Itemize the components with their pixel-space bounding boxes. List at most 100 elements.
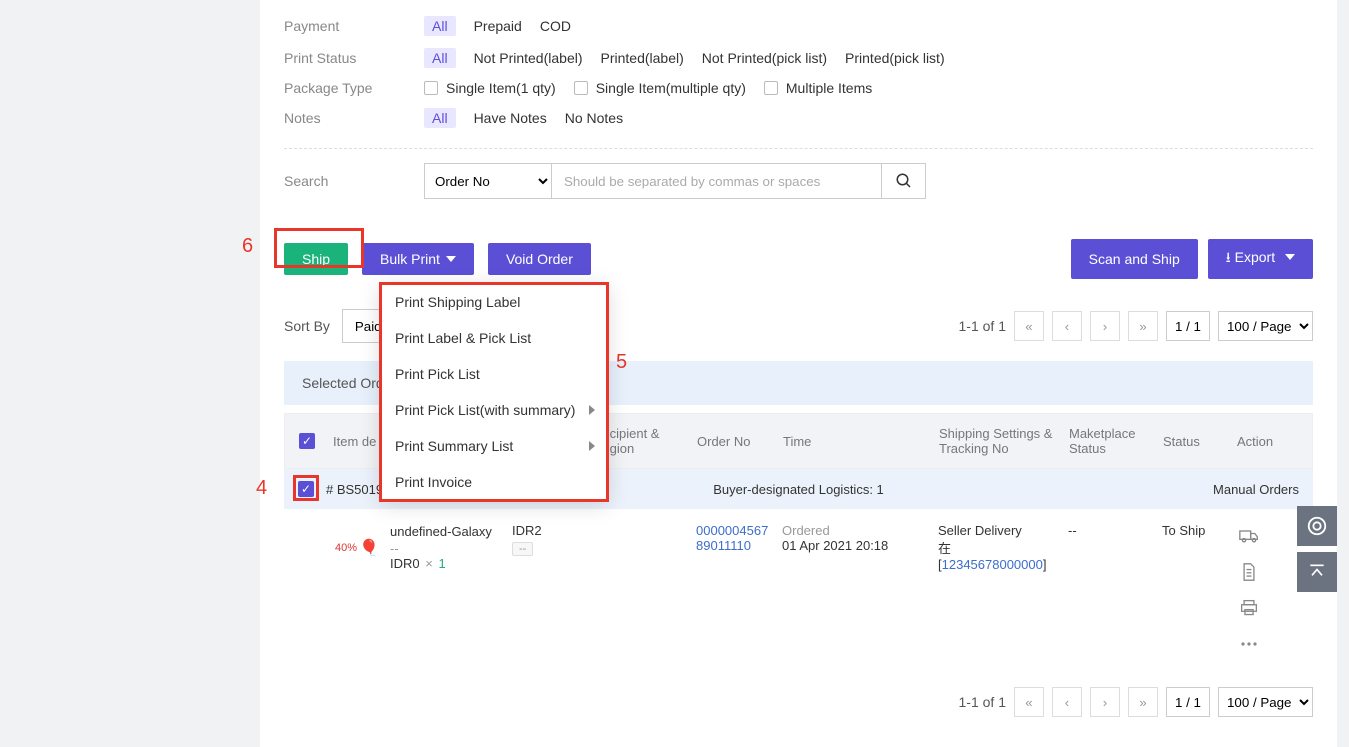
- item-sub: --: [390, 541, 492, 556]
- bulk-print-button[interactable]: Bulk Print: [362, 243, 474, 275]
- filter-notes-none[interactable]: No Notes: [565, 110, 623, 126]
- filter-payment-label: Payment: [284, 18, 424, 34]
- tracking-number: [12345678000000]: [938, 557, 1056, 572]
- menu-print-picklist[interactable]: Print Pick List: [381, 356, 607, 392]
- filter-notes-all[interactable]: All: [424, 108, 456, 128]
- order-row: 40% 🎈 undefined-Galaxy -- IDR0 × 1 IDR2 …: [284, 509, 1313, 671]
- filter-payment-prepaid[interactable]: Prepaid: [474, 18, 522, 34]
- ship-method: Seller Delivery: [938, 523, 1056, 538]
- menu-print-label-picklist[interactable]: Print Label & Pick List: [381, 320, 607, 356]
- annotation-box-6: [274, 228, 364, 268]
- filter-printstatus-all[interactable]: All: [424, 48, 456, 68]
- bottom-pager: 1-1 of 1 « ‹ › » 100 / Page: [284, 687, 1313, 717]
- annotation-box-4: [293, 475, 319, 501]
- filter-printstatus-printed-picklist[interactable]: Printed(pick list): [845, 50, 945, 66]
- export-label: Export: [1235, 249, 1275, 265]
- download-icon: ⭳: [1226, 249, 1231, 265]
- divider: [284, 148, 1313, 149]
- pager-last[interactable]: »: [1128, 311, 1158, 341]
- col-action: Action: [1231, 434, 1291, 449]
- float-chat-button[interactable]: [1297, 506, 1337, 546]
- scan-and-ship-button[interactable]: Scan and Ship: [1071, 239, 1198, 279]
- search-label: Search: [284, 173, 424, 189]
- sort-label: Sort By: [284, 318, 330, 334]
- pager-page-input[interactable]: [1166, 311, 1210, 341]
- filter-notes-have[interactable]: Have Notes: [474, 110, 547, 126]
- search-row: Search Order No: [284, 163, 1313, 199]
- void-order-button[interactable]: Void Order: [488, 243, 591, 275]
- menu-print-shipping-label[interactable]: Print Shipping Label: [381, 284, 607, 320]
- ship-locale: 在: [938, 538, 1056, 557]
- col-shipping: Shipping Settings & Tracking No: [933, 426, 1063, 456]
- checkbox-label: Single Item(1 qty): [446, 80, 556, 96]
- select-all-checkbox[interactable]: [299, 433, 315, 449]
- filter-printstatus-label: Print Status: [284, 50, 424, 66]
- pager-page-input-bottom[interactable]: [1166, 687, 1210, 717]
- order-time: 01 Apr 2021 20:18: [782, 538, 926, 553]
- order-status: To Ship: [1156, 523, 1230, 657]
- annotation-label-6: 6: [242, 235, 253, 258]
- printer-icon: [1240, 599, 1258, 617]
- float-scroll-top-button[interactable]: [1297, 552, 1337, 592]
- search-type-select[interactable]: Order No: [424, 163, 552, 199]
- menu-print-invoice[interactable]: Print Invoice: [381, 464, 607, 500]
- main-panel: Payment All Prepaid COD Print Status All…: [260, 0, 1337, 747]
- document-icon: [1241, 563, 1257, 581]
- action-print-icon[interactable]: [1236, 595, 1262, 621]
- filter-printstatus-notprinted-label[interactable]: Not Printed(label): [474, 50, 583, 66]
- search-input[interactable]: [552, 163, 882, 199]
- group-logistics: Buyer-designated Logistics: 1: [713, 482, 884, 497]
- pager-first-bottom[interactable]: «: [1014, 687, 1044, 717]
- col-marketplace: Maketplace Status: [1063, 426, 1157, 456]
- bulk-print-dropdown: Print Shipping Label Print Label & Pick …: [380, 283, 608, 501]
- filter-printstatus-notprinted-picklist[interactable]: Not Printed(pick list): [702, 50, 827, 66]
- sn-tag: --: [512, 542, 533, 556]
- checkbox-single-item-1qty[interactable]: Single Item(1 qty): [424, 80, 556, 96]
- pager-prev-bottom[interactable]: ‹: [1052, 687, 1082, 717]
- menu-print-picklist-summary[interactable]: Print Pick List(with summary): [381, 392, 607, 428]
- pager-last-bottom[interactable]: »: [1128, 687, 1158, 717]
- filter-packagetype-label: Package Type: [284, 80, 424, 96]
- ellipsis-icon: [1240, 641, 1258, 647]
- annotation-label-4: 4: [256, 477, 267, 500]
- action-bar: 6 Ship Bulk Print Void Order Scan and Sh…: [284, 239, 1313, 279]
- arrow-up-icon: [1307, 562, 1327, 582]
- pager-prev[interactable]: ‹: [1052, 311, 1082, 341]
- filter-notes-label: Notes: [284, 110, 424, 126]
- search-icon: [895, 172, 913, 190]
- checkbox-label: Single Item(multiple qty): [596, 80, 746, 96]
- pager-next[interactable]: ›: [1090, 311, 1120, 341]
- filter-printstatus-row: Print Status All Not Printed(label) Prin…: [284, 42, 1313, 74]
- item-price-line: IDR0 × 1: [390, 556, 492, 571]
- action-doc-icon[interactable]: [1236, 559, 1262, 585]
- action-more-icon[interactable]: [1236, 631, 1262, 657]
- filter-payment-all[interactable]: All: [424, 16, 456, 36]
- col-orderno: Order No: [691, 434, 777, 449]
- filter-payment-row: Payment All Prepaid COD: [284, 10, 1313, 42]
- headset-icon: [1306, 515, 1328, 537]
- checkbox-single-item-multiqty[interactable]: Single Item(multiple qty): [574, 80, 746, 96]
- sn-value: IDR2: [512, 523, 580, 538]
- action-ship-icon[interactable]: [1236, 523, 1262, 549]
- checkbox-label: Multiple Items: [786, 80, 872, 96]
- pager-perpage-select[interactable]: 100 / Page: [1218, 311, 1313, 341]
- annotation-label-5: 5: [616, 351, 627, 374]
- order-number-link[interactable]: 000000456789011110: [696, 523, 768, 553]
- filter-packagetype-row: Package Type Single Item(1 qty) Single I…: [284, 74, 1313, 102]
- marketplace-status: --: [1062, 523, 1156, 657]
- filter-printstatus-printed-label[interactable]: Printed(label): [601, 50, 684, 66]
- pager-next-bottom[interactable]: ›: [1090, 687, 1120, 717]
- checkbox-multiple-items[interactable]: Multiple Items: [764, 80, 872, 96]
- top-pager: 1-1 of 1 « ‹ › » 100 / Page: [959, 311, 1313, 341]
- page-range-bottom: 1-1 of 1: [959, 694, 1006, 710]
- pager-perpage-select-bottom[interactable]: 100 / Page: [1218, 687, 1313, 717]
- item-thumbnail: 40% 🎈: [332, 523, 382, 573]
- truck-icon: [1239, 528, 1259, 544]
- filter-payment-cod[interactable]: COD: [540, 18, 571, 34]
- search-button[interactable]: [882, 163, 926, 199]
- menu-print-summary-list[interactable]: Print Summary List: [381, 428, 607, 464]
- page-range: 1-1 of 1: [959, 318, 1006, 334]
- export-button[interactable]: ⭳Export: [1208, 239, 1313, 279]
- pager-first[interactable]: «: [1014, 311, 1044, 341]
- group-manual-orders: Manual Orders: [1213, 482, 1299, 497]
